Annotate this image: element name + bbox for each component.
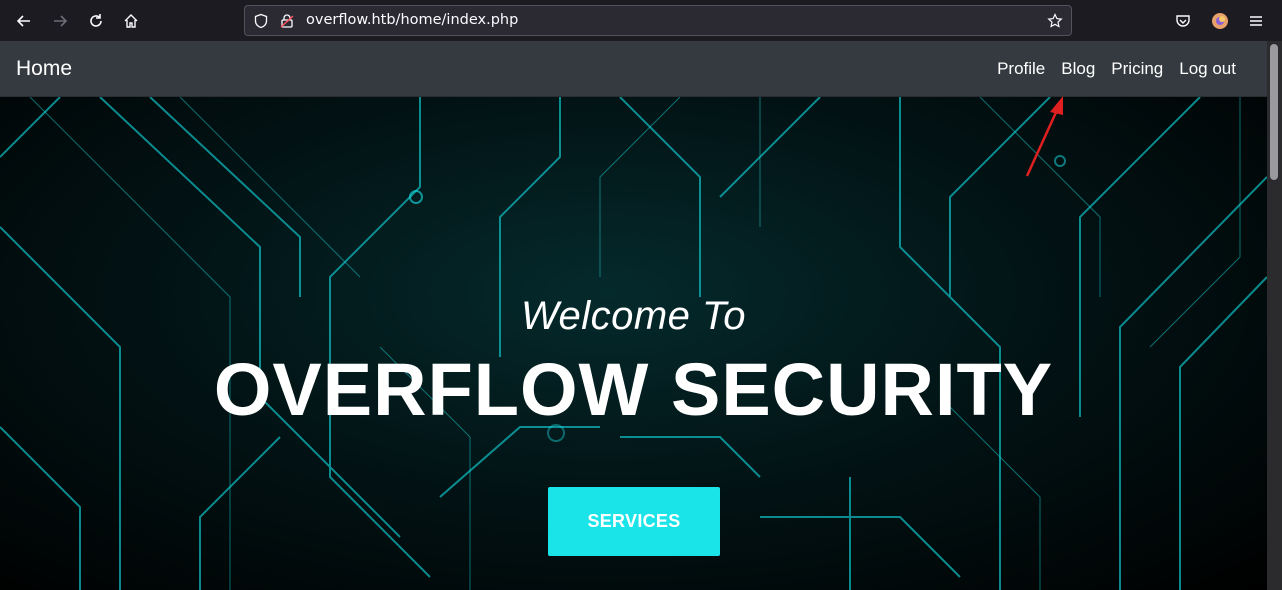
firefox-account-icon[interactable]	[1207, 8, 1233, 34]
nav-link-logout[interactable]: Log out	[1171, 59, 1244, 79]
back-arrow-icon[interactable]	[11, 8, 37, 34]
brand-home-link[interactable]: Home	[16, 57, 72, 81]
browser-toolbar: overflow.htb/home/index.php	[0, 0, 1282, 41]
nav-link-blog[interactable]: Blog	[1053, 59, 1103, 79]
scrollbar-thumb[interactable]	[1270, 44, 1278, 180]
nav-links: Profile Blog Pricing Log out	[989, 59, 1244, 79]
hero-title: OVERFLOW SECURITY	[213, 348, 1054, 431]
star-icon[interactable]	[1047, 13, 1063, 29]
insecure-lock-icon[interactable]	[279, 13, 295, 29]
nav-link-profile[interactable]: Profile	[989, 59, 1053, 79]
hero-section: Welcome To OVERFLOW SECURITY SERVICES	[0, 97, 1267, 590]
home-icon[interactable]	[118, 8, 144, 34]
pocket-icon[interactable]	[1170, 8, 1196, 34]
hamburger-menu-icon[interactable]	[1243, 8, 1269, 34]
site-navbar: Home Profile Blog Pricing Log out	[0, 41, 1267, 97]
hero-subtitle: Welcome To	[520, 294, 747, 338]
services-button[interactable]: SERVICES	[548, 487, 720, 556]
forward-arrow-icon[interactable]	[47, 8, 73, 34]
url-text[interactable]: overflow.htb/home/index.php	[306, 12, 518, 28]
url-bar[interactable]: overflow.htb/home/index.php	[244, 5, 1072, 36]
shield-icon[interactable]	[253, 13, 269, 29]
nav-link-pricing[interactable]: Pricing	[1103, 59, 1171, 79]
reload-icon[interactable]	[83, 8, 109, 34]
